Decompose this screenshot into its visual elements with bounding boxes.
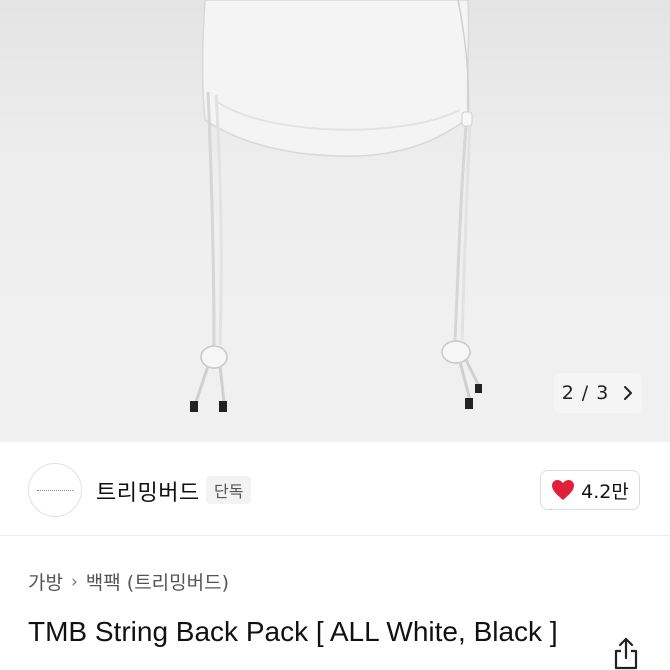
seller-name[interactable]: 트리밍버드 bbox=[96, 475, 200, 507]
like-button[interactable]: 4.2만 bbox=[540, 470, 640, 510]
breadcrumb: 가방 › 백팩 (트리밍버드) bbox=[28, 568, 229, 595]
gallery-pager[interactable]: 2 / 3 bbox=[554, 373, 642, 413]
breadcrumb-item-category[interactable]: 가방 bbox=[28, 568, 63, 595]
share-icon[interactable] bbox=[612, 636, 640, 670]
product-image-gallery[interactable]: 2 / 3 bbox=[0, 0, 670, 442]
product-title: TMB String Back Pack [ ALL White, Black … bbox=[28, 616, 558, 647]
seller-logo bbox=[37, 489, 73, 491]
pager-current: 2 bbox=[561, 382, 574, 404]
pager-separator: / bbox=[581, 382, 589, 404]
breadcrumb-item-subcategory[interactable]: 백팩 (트리밍버드) bbox=[86, 568, 229, 595]
chevron-right-icon: › bbox=[70, 571, 78, 592]
like-count: 4.2만 bbox=[581, 480, 629, 503]
seller-avatar[interactable] bbox=[28, 463, 82, 517]
pager-total: 3 bbox=[596, 382, 609, 404]
exclusive-badge: 단독 bbox=[206, 476, 252, 504]
chevron-right-icon[interactable] bbox=[622, 385, 634, 401]
heart-icon bbox=[552, 480, 575, 500]
